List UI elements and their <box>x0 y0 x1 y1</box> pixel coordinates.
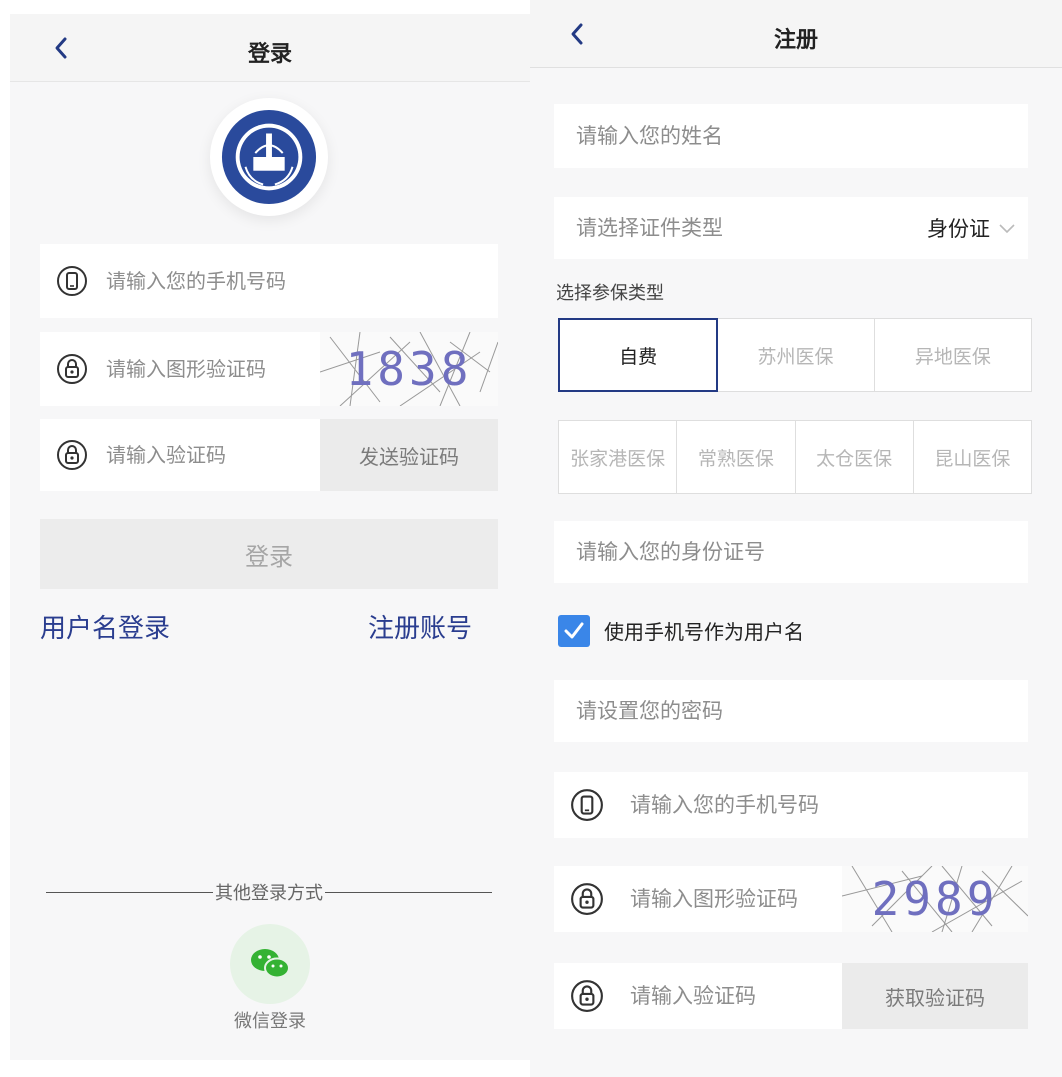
register-nav-bar: 注册 <box>530 0 1062 68</box>
id-number-row <box>554 521 1028 583</box>
page-title: 注册 <box>773 28 818 53</box>
other-methods-label: 其他登录方式 <box>215 883 323 904</box>
password-row <box>554 680 1028 742</box>
register-captcha-input[interactable] <box>630 887 842 911</box>
captcha-text: 1838 <box>345 342 473 396</box>
wechat-login-button[interactable] <box>230 924 310 1004</box>
phone-row <box>40 244 498 318</box>
id-type-select[interactable] <box>576 216 927 240</box>
insurance-options-row-1: 自费 苏州医保 异地医保 <box>558 318 1032 392</box>
code-row: 发送验证码 <box>40 419 498 491</box>
lock-icon <box>56 439 88 471</box>
insurance-option-suzhou[interactable]: 苏州医保 <box>717 319 875 391</box>
insurance-option-remote[interactable]: 异地医保 <box>875 319 1031 391</box>
wechat-icon <box>251 949 290 979</box>
captcha-input[interactable] <box>106 357 320 381</box>
name-input[interactable] <box>576 124 1028 148</box>
id-type-row[interactable]: 身份证 <box>554 197 1028 259</box>
register-phone-input[interactable] <box>630 793 1028 817</box>
insurance-option-taicang[interactable]: 太仓医保 <box>796 421 914 493</box>
register-captcha-image[interactable]: 2989 <box>842 866 1028 932</box>
insurance-option-changshu[interactable]: 常熟医保 <box>677 421 796 493</box>
register-code-row: 获取验证码 <box>554 963 1028 1029</box>
lock-icon <box>570 979 604 1013</box>
login-screen: 登录 请输入您的手机号码 请输入图形验证码 1838 请输入验证码 发送验证码 … <box>10 14 530 1060</box>
login-nav-bar: 登录 <box>10 14 530 82</box>
login-button[interactable]: 登录 <box>40 519 498 589</box>
lock-icon <box>56 353 88 385</box>
insurance-option-self-pay[interactable]: 自费 <box>558 318 719 392</box>
other-methods-divider: 其他登录方式 <box>46 879 492 905</box>
use-phone-checkbox-label: 使用手机号作为用户名 <box>604 620 804 644</box>
register-code-input[interactable] <box>630 984 842 1008</box>
send-code-button[interactable]: 发送验证码 <box>320 419 498 491</box>
register-screen: 注册 身份证 选择参保类型 自费 苏州医保 异地医保 张家港医保 常熟医保 太仓… <box>530 0 1062 1077</box>
register-captcha-text: 2989 <box>871 872 999 926</box>
insurance-option-zhangjiagang[interactable]: 张家港医保 <box>559 421 678 493</box>
captcha-row: 1838 <box>40 332 498 406</box>
phone-icon <box>56 265 88 297</box>
id-number-input[interactable] <box>576 540 1028 564</box>
wechat-login-label: 微信登录 <box>234 1011 306 1032</box>
phone-icon <box>570 788 604 822</box>
insurance-option-kunshan[interactable]: 昆山医保 <box>914 421 1031 493</box>
username-login-link[interactable]: 用户名登录 <box>40 608 170 645</box>
page-title: 登录 <box>247 42 292 67</box>
insurance-section-label: 选择参保类型 <box>556 283 664 304</box>
id-type-value: 身份证 <box>927 217 990 241</box>
get-code-button[interactable]: 获取验证码 <box>842 963 1028 1029</box>
captcha-image[interactable]: 1838 <box>320 332 498 406</box>
chevron-down-icon <box>999 224 1015 234</box>
lock-icon <box>570 882 604 916</box>
checkmark-icon <box>564 622 584 639</box>
code-input[interactable] <box>106 443 320 467</box>
phone-input[interactable] <box>106 269 498 293</box>
register-phone-row <box>554 772 1028 838</box>
register-captcha-row: 2989 <box>554 866 1028 932</box>
register-link[interactable]: 注册账号 <box>368 608 472 645</box>
insurance-options-row-2: 张家港医保 常熟医保 太仓医保 昆山医保 <box>558 420 1032 494</box>
use-phone-checkbox[interactable] <box>558 615 590 647</box>
name-row <box>554 104 1028 168</box>
password-input[interactable] <box>576 699 1028 723</box>
health-commission-logo <box>210 98 328 216</box>
